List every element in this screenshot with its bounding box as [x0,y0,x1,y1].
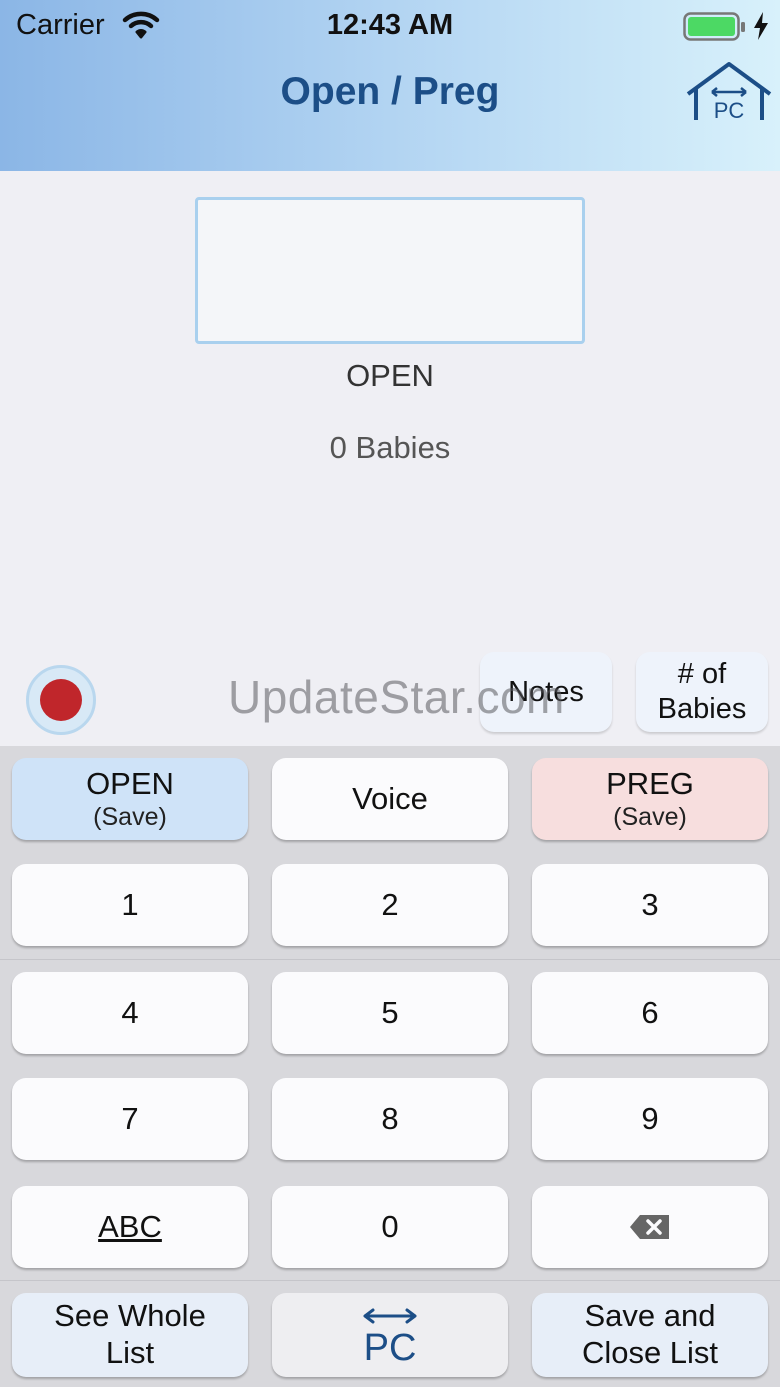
keypad-divider [0,1280,780,1281]
digit-key-3[interactable]: 3 [532,864,768,946]
digit-key-4[interactable]: 4 [12,972,248,1054]
see-whole-list-line1: See Whole [54,1298,206,1334]
record-button[interactable] [26,665,96,735]
watermark: UpdateStar.com [228,671,565,723]
abc-key-label: ABC [98,1208,162,1244]
digit-key-0[interactable]: 0 [272,1186,508,1268]
voice-key-label: Voice [352,780,428,816]
babies-button-line1: # of [677,658,727,691]
voice-key[interactable]: Voice [272,758,508,840]
record-icon [40,679,82,721]
pc-sync-icon: PC [363,1308,417,1364]
backspace-icon [630,1215,669,1239]
backspace-key[interactable] [532,1186,768,1268]
open-key-sublabel: (Save) [93,802,167,831]
header: Carrier 12:43 AM Open / Preg PC [0,0,780,171]
digit-label: 3 [641,886,659,922]
home-pc-icon[interactable]: PC [684,60,774,126]
digit-label: 4 [121,994,139,1030]
digit-key-6[interactable]: 6 [532,972,768,1054]
save-close-line2: Close List [581,1335,719,1370]
digit-key-8[interactable]: 8 [272,1078,508,1160]
clock: 12:43 AM [326,9,454,41]
svg-text:PC: PC [364,1327,417,1364]
charging-bolt-icon [754,12,768,40]
status-label: OPEN [346,358,434,393]
digit-label: 8 [381,1100,399,1136]
preg-save-key[interactable]: PREG (Save) [532,758,768,840]
keypad-divider [0,959,780,960]
digit-key-9[interactable]: 9 [532,1078,768,1160]
preg-key-label: PREG [606,765,694,801]
preg-key-sublabel: (Save) [613,802,687,831]
page-title: Open / Preg [280,70,500,113]
digit-label: 9 [641,1100,659,1136]
save-and-close-list-button[interactable]: Save and Close List [532,1293,768,1377]
digit-label: 7 [121,1100,139,1136]
digit-label: 0 [381,1208,399,1244]
open-save-key[interactable]: OPEN (Save) [12,758,248,840]
status-bar: Carrier 12:43 AM [0,0,780,52]
babies-button-line2: Babies [657,693,747,725]
keypad: OPEN (Save) Voice PREG (Save) 1 2 3 4 5 … [0,746,780,1387]
abc-key[interactable]: ABC [12,1186,248,1268]
digit-key-5[interactable]: 5 [272,972,508,1054]
digit-label: 1 [121,886,139,922]
digit-label: 2 [381,886,399,922]
digit-label: 6 [641,994,659,1030]
digit-key-1[interactable]: 1 [12,864,248,946]
tag-entry-field[interactable] [195,197,585,344]
battery-icon [683,12,745,41]
pc-sync-button[interactable]: PC [272,1293,508,1377]
open-key-label: OPEN [86,765,174,801]
save-close-line1: Save and [584,1298,716,1334]
number-of-babies-button[interactable]: # of Babies [636,652,768,732]
svg-text:PC: PC [714,98,745,123]
digit-key-2[interactable]: 2 [272,864,508,946]
digit-key-7[interactable]: 7 [12,1078,248,1160]
see-whole-list-button[interactable]: See Whole List [12,1293,248,1377]
see-whole-list-line2: List [105,1335,155,1370]
babies-count-label: 0 Babies [329,430,451,465]
digit-label: 5 [381,994,399,1030]
